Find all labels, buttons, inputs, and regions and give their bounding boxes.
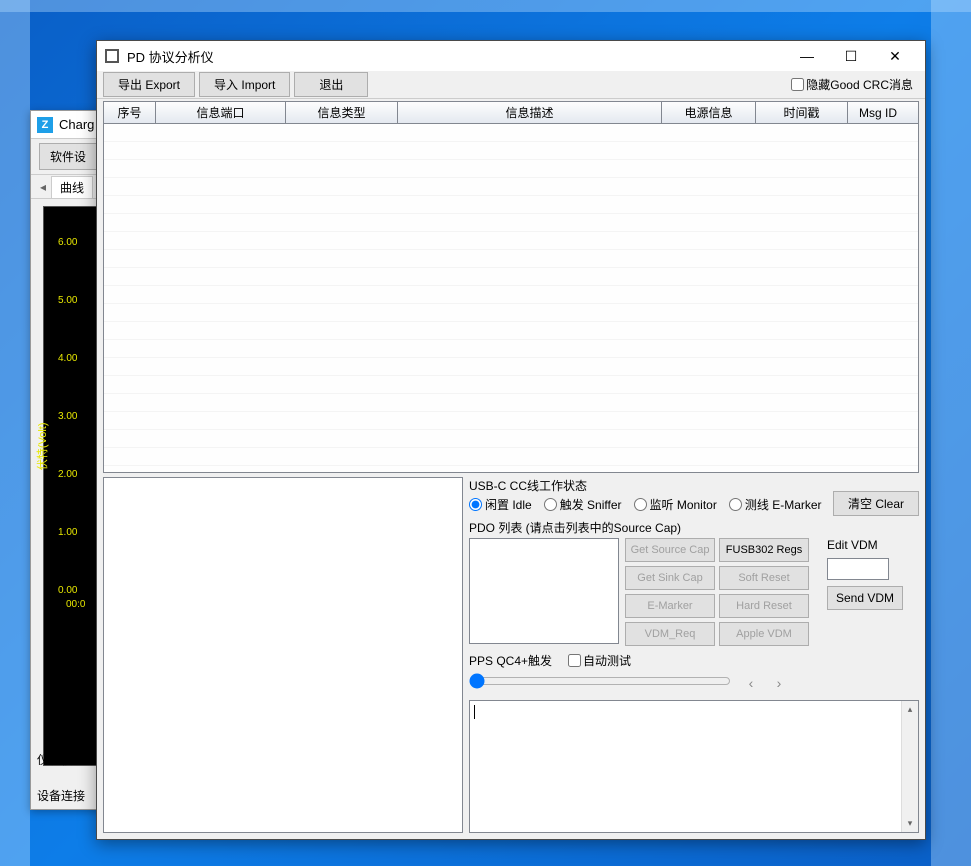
send-vdm-button[interactable]: Send VDM — [827, 586, 903, 610]
col-msgid[interactable]: Msg ID — [848, 102, 908, 123]
left-panel[interactable] — [103, 477, 463, 833]
action-button-grid: Get Source Cap FUSB302 Regs Get Sink Cap… — [625, 538, 809, 646]
slider-nav: ‹ › — [741, 675, 789, 691]
toolbar: 导出 Export 导入 Import 退出 隐藏Good CRC消息 — [97, 71, 925, 99]
bg-tick: 0.00 — [58, 585, 77, 596]
main-window: PD 协议分析仪 — ☐ ✕ 导出 Export 导入 Import 退出 隐藏… — [96, 40, 926, 840]
slider-next-icon[interactable]: › — [769, 675, 789, 691]
hide-crc-label: 隐藏Good CRC消息 — [806, 76, 913, 93]
auto-test-checkbox[interactable]: 自动测试 — [568, 652, 631, 669]
radio-emarker-input[interactable] — [729, 498, 742, 511]
titlebar[interactable]: PD 协议分析仪 — ☐ ✕ — [97, 41, 925, 71]
pps-slider-input[interactable] — [469, 673, 731, 689]
radio-emarker[interactable]: 测线 E-Marker — [729, 496, 822, 513]
get-sink-cap-button[interactable]: Get Sink Cap — [625, 566, 715, 590]
right-panel: USB-C CC线工作状态 闲置 Idle 触发 Sniffer 监听 M — [469, 477, 919, 833]
auto-test-input[interactable] — [568, 654, 581, 667]
edit-vdm-label: Edit VDM — [827, 538, 903, 552]
close-button[interactable]: ✕ — [873, 42, 917, 70]
pdo-section: Get Source Cap FUSB302 Regs Get Sink Cap… — [469, 538, 809, 646]
pps-label: PPS QC4+触发 — [469, 652, 552, 669]
bg-app-icon: Z — [37, 117, 53, 133]
bg-xtick: 00:0 — [66, 599, 85, 610]
export-button[interactable]: 导出 Export — [103, 72, 195, 97]
bg-status-temp: 仪表核温: — [37, 751, 88, 768]
slider-prev-icon[interactable]: ‹ — [741, 675, 761, 691]
cc-status-label: USB-C CC线工作状态 — [469, 477, 833, 494]
vdm-section: Edit VDM Send VDM — [827, 538, 903, 652]
log-textarea[interactable]: ▴ ▾ — [469, 700, 919, 833]
col-power[interactable]: 电源信息 — [662, 102, 756, 123]
bg-tick: 2.00 — [58, 469, 77, 480]
radio-monitor[interactable]: 监听 Monitor — [634, 496, 717, 513]
radio-sniffer[interactable]: 触发 Sniffer — [544, 496, 622, 513]
scrollbar[interactable]: ▴ ▾ — [901, 701, 918, 832]
bottom-section: USB-C CC线工作状态 闲置 Idle 触发 Sniffer 监听 M — [97, 475, 925, 839]
pps-slider[interactable] — [469, 673, 731, 692]
vdm-req-button[interactable]: VDM_Req — [625, 622, 715, 646]
soft-reset-button[interactable]: Soft Reset — [719, 566, 809, 590]
table-header: 序号 信息端口 信息类型 信息描述 电源信息 时间戳 Msg ID — [104, 102, 918, 124]
message-table: 序号 信息端口 信息类型 信息描述 电源信息 时间戳 Msg ID — [103, 101, 919, 473]
bg-chart-ylabel: 伏特(Volt) — [34, 422, 50, 470]
cc-mode-radios: 闲置 Idle 触发 Sniffer 监听 Monitor 测线 E- — [469, 496, 833, 513]
pps-row: PPS QC4+触发 自动测试 — [469, 652, 919, 669]
col-port[interactable]: 信息端口 — [156, 102, 286, 123]
pdo-list-label: PDO 列表 (请点击列表中的Source Cap) — [469, 519, 919, 536]
radio-sniffer-input[interactable] — [544, 498, 557, 511]
maximize-button[interactable]: ☐ — [829, 42, 873, 70]
radio-monitor-input[interactable] — [634, 498, 647, 511]
bg-settings-button[interactable]: 软件设 — [39, 143, 97, 170]
bg-tick: 6.00 — [58, 237, 77, 248]
scroll-up-icon[interactable]: ▴ — [902, 701, 918, 718]
bg-tick: 1.00 — [58, 527, 77, 538]
clear-button[interactable]: 清空 Clear — [833, 491, 919, 516]
fusb302-regs-button[interactable]: FUSB302 Regs — [719, 538, 809, 562]
bg-tick: 4.00 — [58, 353, 77, 364]
col-type[interactable]: 信息类型 — [286, 102, 398, 123]
bg-tab-curve[interactable]: 曲线 — [51, 176, 93, 198]
bg-title: Charg — [59, 117, 94, 132]
col-time[interactable]: 时间戳 — [756, 102, 848, 123]
hard-reset-button[interactable]: Hard Reset — [719, 594, 809, 618]
app-icon — [105, 49, 119, 63]
table-body[interactable] — [104, 124, 918, 472]
col-desc[interactable]: 信息描述 — [398, 102, 662, 123]
text-cursor — [474, 705, 475, 719]
radio-idle-input[interactable] — [469, 498, 482, 511]
col-seq[interactable]: 序号 — [104, 102, 156, 123]
vdm-input[interactable] — [827, 558, 889, 580]
import-button[interactable]: 导入 Import — [199, 72, 290, 97]
hide-crc-checkbox[interactable]: 隐藏Good CRC消息 — [791, 76, 913, 93]
window-controls: — ☐ ✕ — [785, 42, 917, 70]
window-title: PD 协议分析仪 — [127, 47, 785, 66]
exit-button[interactable]: 退出 — [294, 72, 368, 97]
bg-chart: 伏特(Volt) 6.00 5.00 4.00 3.00 2.00 1.00 0… — [43, 206, 103, 766]
emarker-button[interactable]: E-Marker — [625, 594, 715, 618]
hide-crc-input[interactable] — [791, 78, 804, 91]
apple-vdm-button[interactable]: Apple VDM — [719, 622, 809, 646]
radio-idle[interactable]: 闲置 Idle — [469, 496, 532, 513]
pdo-listbox[interactable] — [469, 538, 619, 644]
bg-tick: 3.00 — [58, 411, 77, 422]
bg-status-conn: 设备连接 — [37, 787, 85, 804]
bg-tab-prev-icon[interactable]: ◂ — [35, 180, 51, 194]
bg-tick: 5.00 — [58, 295, 77, 306]
slider-row: ‹ › — [469, 673, 919, 692]
minimize-button[interactable]: — — [785, 42, 829, 70]
scroll-down-icon[interactable]: ▾ — [902, 815, 918, 832]
get-source-cap-button[interactable]: Get Source Cap — [625, 538, 715, 562]
